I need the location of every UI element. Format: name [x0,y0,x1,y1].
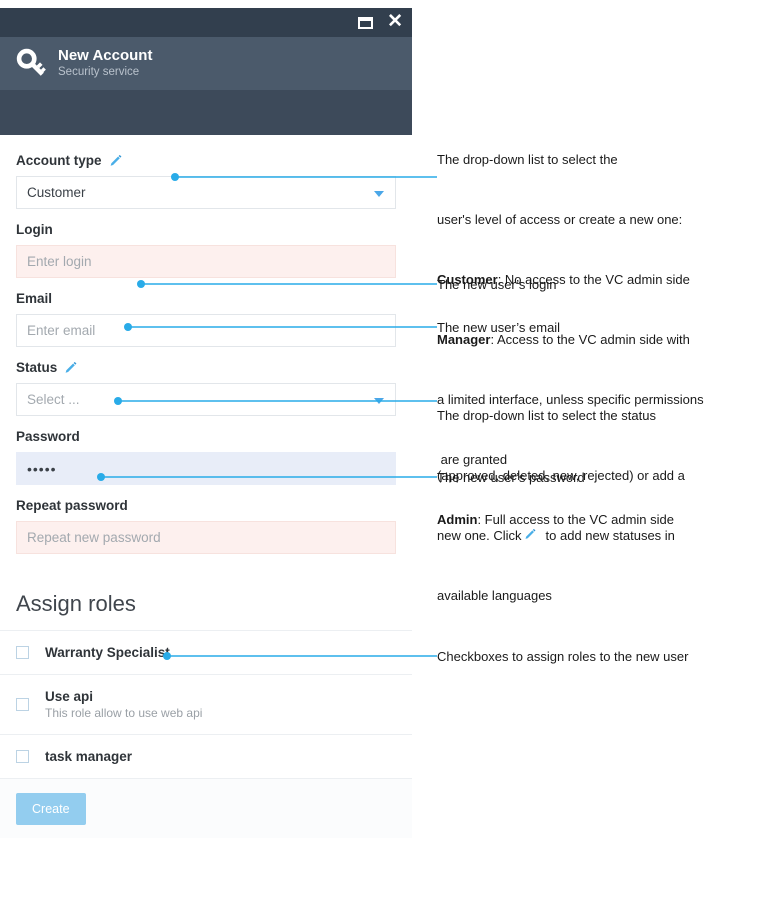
dialog-header: New Account Security service [0,37,412,90]
close-icon: ✕ [387,11,403,32]
status-placeholder: Select ... [27,392,80,407]
field-status: Status Select ... [16,360,396,416]
annotation-login: The new user’s login [437,277,557,292]
account-type-label: Account type [16,153,102,168]
new-account-dialog: ✕ New Account Security service Account t… [0,8,412,897]
annotation-status-line3b: to add new statuses in [545,528,675,543]
repeat-password-label-row: Repeat password [16,498,396,514]
list-item[interactable]: Use api This role allow to use web api [0,674,412,734]
new-account-form: Account type Customer Login Enter login [0,135,412,554]
role-texts: Warranty Specialist [45,644,170,661]
field-password: Password ••••• [16,429,396,485]
password-label: Password [16,429,80,444]
field-email: Email Enter email [16,291,396,347]
role-checkbox-task-manager[interactable] [16,750,29,763]
role-description: This role allow to use web api [45,706,203,720]
repeat-password-label: Repeat password [16,498,128,513]
email-label-row: Email [16,291,396,307]
chevron-down-icon [374,397,384,404]
role-checkbox-use-api[interactable] [16,698,29,711]
annotation-status-line1: The drop-down list to select the status [437,408,656,423]
email-placeholder: Enter email [27,323,96,338]
password-value: ••••• [27,460,57,477]
account-type-select[interactable]: Customer [16,176,396,209]
pencil-icon[interactable] [109,154,122,168]
role-texts: task manager [45,748,132,765]
list-item[interactable]: Warranty Specialist [0,630,412,674]
role-texts: Use api This role allow to use web api [45,688,202,721]
repeat-password-input[interactable]: Repeat new password [16,521,396,554]
annotation-email: The new user’s email [437,320,561,335]
window-titlebar: ✕ [0,8,412,37]
login-label-row: Login [16,222,396,238]
restore-window-button[interactable] [358,16,374,29]
annotation-password: The new user’s password [437,470,585,485]
list-item[interactable]: task manager [0,734,412,778]
status-select[interactable]: Select ... [16,383,396,416]
email-input[interactable]: Enter email [16,314,396,347]
dialog-footer: Create [0,778,412,838]
field-repeat-password: Repeat password Repeat new password [16,498,396,554]
repeat-password-placeholder: Repeat new password [27,530,161,545]
create-button[interactable]: Create [16,793,86,825]
annotation-account-type-line1: The drop-down list to select the [437,152,618,167]
login-placeholder: Enter login [27,254,92,269]
pencil-icon [524,527,536,539]
email-label: Email [16,291,53,306]
restore-icon [358,16,374,29]
assign-roles-title: Assign roles [16,591,136,616]
close-window-button[interactable]: ✕ [387,11,403,32]
annotation-status-line4: available languages [437,588,552,603]
role-name: Use api [45,689,94,704]
annotation-account-type-line2: user's level of access or create a new o… [437,212,683,227]
chevron-down-icon [374,190,384,197]
password-input[interactable]: ••••• [16,452,396,485]
dialog-subtitle: Security service [58,66,140,78]
login-label: Login [16,222,53,237]
login-input[interactable]: Enter login [16,245,396,278]
dialog-title: New Account [58,47,153,64]
role-name: task manager [45,749,133,764]
account-type-label-row: Account type [16,153,396,169]
key-icon [14,46,50,82]
field-login: Login Enter login [16,222,396,278]
role-checkbox-warranty-specialist[interactable] [16,646,29,659]
annotation-status-line3: new one. Click to add new statuses in [437,526,773,546]
annotation-status-line3a: new one. Click [437,528,522,543]
pencil-icon[interactable] [64,361,77,375]
dialog-header-text: New Account Security service [58,47,152,80]
role-name: Warranty Specialist [45,645,170,660]
annotation-status: The drop-down list to select the status … [437,366,773,626]
password-label-row: Password [16,429,396,445]
status-label: Status [16,360,58,375]
status-label-row: Status [16,360,396,376]
annotation-assign-roles: Checkboxes to assign roles to the new us… [437,649,689,664]
account-type-value: Customer [27,185,86,200]
field-account-type: Account type Customer [16,153,396,209]
header-spacer [0,90,412,135]
